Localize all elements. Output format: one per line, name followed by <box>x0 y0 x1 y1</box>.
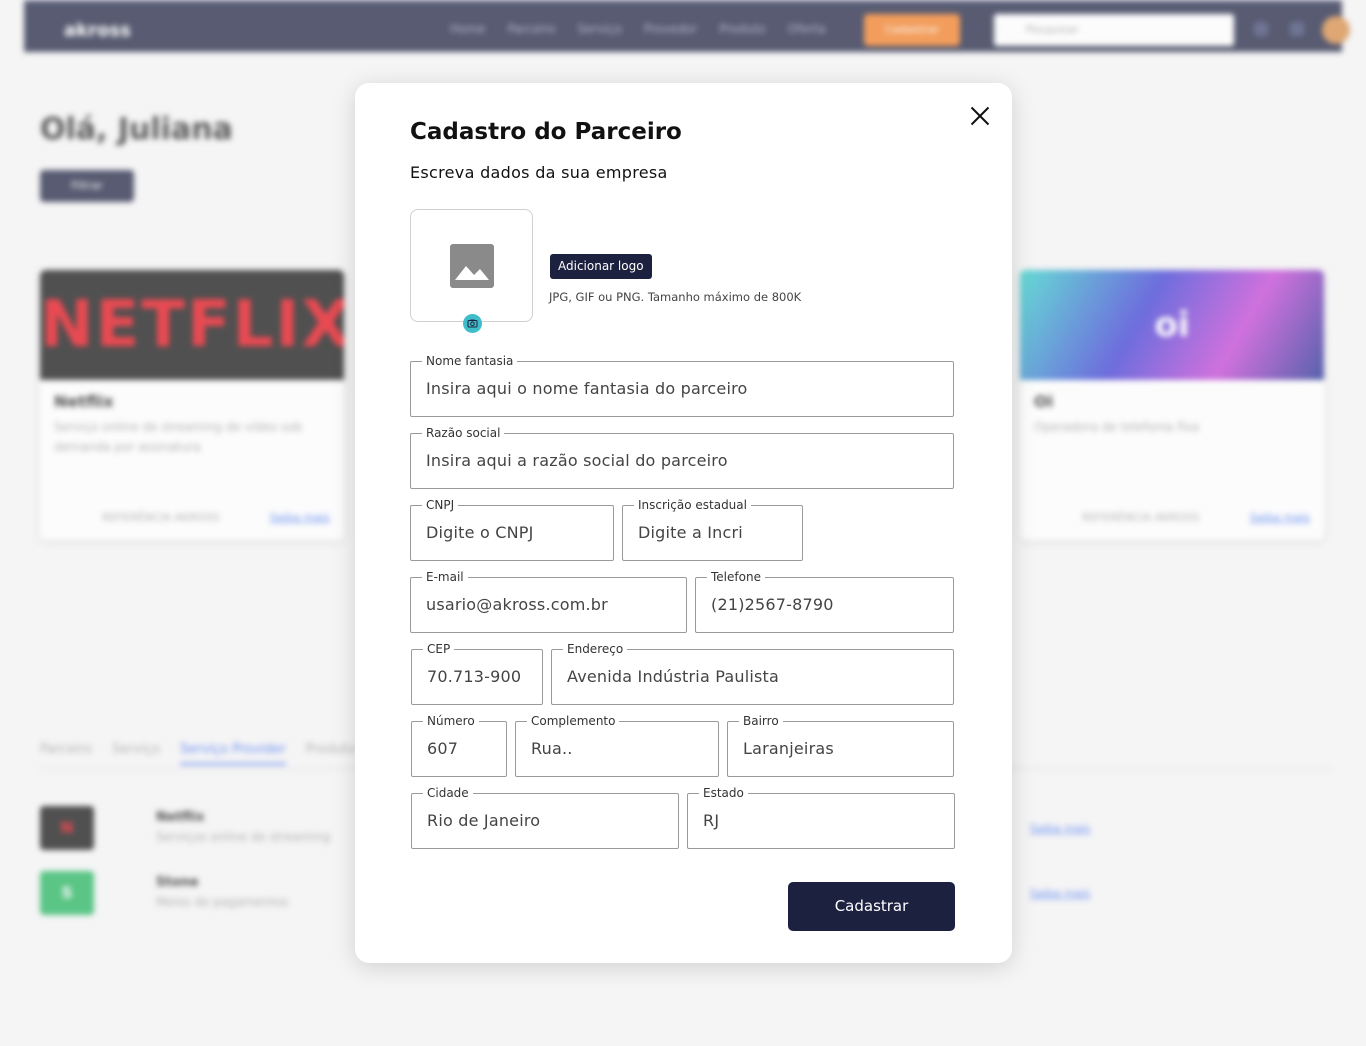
field-label: Inscrição estadual <box>634 497 751 513</box>
endereco-field[interactable]: Endereço Avenida Indústria Paulista <box>551 641 954 705</box>
bairro-field[interactable]: Bairro Laranjeiras <box>727 713 954 777</box>
cnpj-field[interactable]: CNPJ Digite o CNPJ <box>410 497 614 561</box>
field-label: Nome fantasia <box>422 353 518 369</box>
email-field[interactable]: E-mail usario@akross.com.br <box>410 569 687 633</box>
field-value[interactable]: Digite o CNPJ <box>426 523 605 543</box>
logo-upload-box[interactable] <box>410 209 533 333</box>
field-label: Cidade <box>423 785 473 801</box>
cadastrar-button[interactable]: Cadastrar <box>788 882 955 931</box>
field-label: CEP <box>423 641 455 657</box>
field-value[interactable]: RJ <box>703 811 946 831</box>
inscricao-estadual-field[interactable]: Inscrição estadual Digite a Incri <box>622 497 803 561</box>
cep-field[interactable]: CEP 70.713-900 <box>411 641 543 705</box>
nome-fantasia-field[interactable]: Nome fantasia Insira aqui o nome fantasi… <box>410 353 954 417</box>
field-value[interactable]: Rio de Janeiro <box>427 811 670 831</box>
modal-subtitle: Escreva dados da sua empresa <box>410 163 668 182</box>
field-value[interactable]: usario@akross.com.br <box>426 595 678 615</box>
camera-icon[interactable] <box>463 314 482 333</box>
field-label: Telefone <box>707 569 765 585</box>
numero-field[interactable]: Número 607 <box>411 713 507 777</box>
field-label: Estado <box>699 785 748 801</box>
field-label: Razão social <box>422 425 505 441</box>
razao-social-field[interactable]: Razão social Insira aqui a razão social … <box>410 425 954 489</box>
logo-hint-text: JPG, GIF ou PNG. Tamanho máximo de 800K <box>549 290 802 304</box>
field-label: Bairro <box>739 713 783 729</box>
field-value[interactable]: Insira aqui o nome fantasia do parceiro <box>426 379 945 399</box>
field-label: CNPJ <box>422 497 459 513</box>
estado-field[interactable]: Estado RJ <box>687 785 955 849</box>
field-value[interactable]: (21)2567-8790 <box>711 595 945 615</box>
field-value[interactable]: Digite a Incri <box>638 523 794 543</box>
field-label: Número <box>423 713 479 729</box>
field-label: E-mail <box>422 569 468 585</box>
field-value[interactable]: 70.713-900 <box>427 667 534 687</box>
field-label: Endereço <box>563 641 628 657</box>
field-value[interactable]: Laranjeiras <box>743 739 945 759</box>
cidade-field[interactable]: Cidade Rio de Janeiro <box>411 785 679 849</box>
field-label: Complemento <box>527 713 620 729</box>
complemento-field[interactable]: Complemento Rua.. <box>515 713 719 777</box>
add-logo-button[interactable]: Adicionar logo <box>550 254 652 279</box>
field-value[interactable]: Rua.. <box>531 739 710 759</box>
close-icon[interactable] <box>967 103 993 129</box>
field-value[interactable]: Avenida Indústria Paulista <box>567 667 945 687</box>
telefone-field[interactable]: Telefone (21)2567-8790 <box>695 569 954 633</box>
image-placeholder-icon <box>450 244 494 288</box>
field-value[interactable]: Insira aqui a razão social do parceiro <box>426 451 945 471</box>
modal-title: Cadastro do Parceiro <box>410 119 682 145</box>
field-value[interactable]: 607 <box>427 739 498 759</box>
partner-registration-modal: Cadastro do Parceiro Escreva dados da su… <box>355 83 1012 963</box>
